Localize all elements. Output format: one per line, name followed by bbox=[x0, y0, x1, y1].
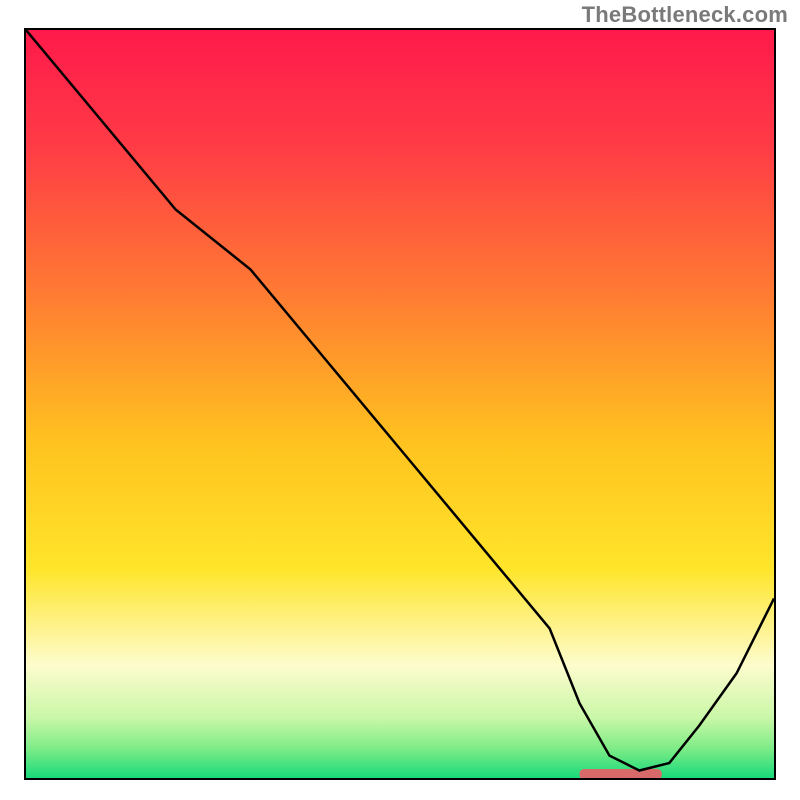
chart-svg bbox=[26, 30, 774, 778]
optimal-range-marker bbox=[580, 769, 662, 778]
watermark-text: TheBottleneck.com bbox=[582, 2, 788, 28]
gradient-fill-rect bbox=[26, 30, 774, 778]
plot-area bbox=[24, 28, 776, 780]
